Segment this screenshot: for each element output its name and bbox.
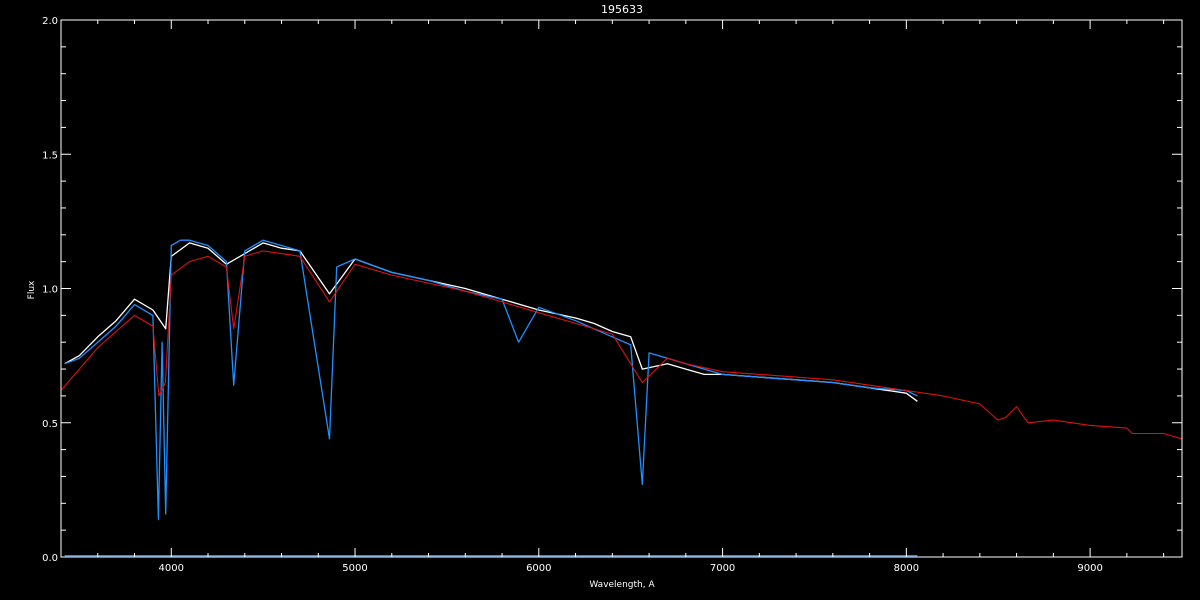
x-axis-title: Wavelength, A (589, 580, 655, 590)
x-tick-label: 5000 (342, 563, 367, 574)
spectrum-chart: 195633 4000 5000 6000 7000 8000 9000 0.0 0.5 1.0… (0, 0, 1200, 600)
y-tick-label: 1.5 (42, 150, 58, 161)
chart-background (0, 0, 1200, 600)
x-tick-label: 8000 (894, 563, 919, 574)
chart-title: 195633 (601, 3, 643, 16)
y-tick-label: 1.0 (42, 285, 58, 296)
y-axis-title: Flux (27, 280, 37, 299)
y-tick-label: 2.0 (42, 16, 58, 27)
x-tick-label: 6000 (526, 563, 551, 574)
x-tick-label: 9000 (1077, 563, 1102, 574)
y-tick-label: 0.0 (42, 553, 58, 564)
y-tick-label: 0.5 (42, 419, 58, 430)
x-tick-label: 4000 (159, 563, 184, 574)
x-tick-label: 7000 (710, 563, 735, 574)
